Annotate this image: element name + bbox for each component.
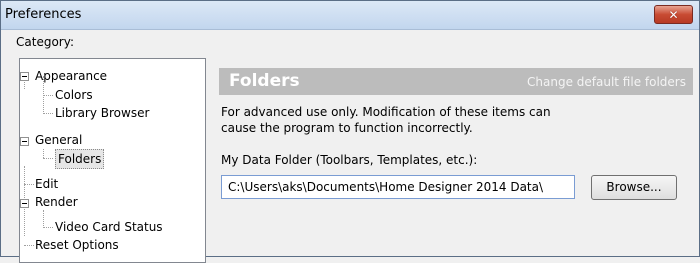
tree-item-library-browser[interactable]: Library Browser [55, 104, 149, 122]
tree-line [43, 158, 53, 159]
data-folder-input[interactable]: C:\Users\aks\Documents\Home Designer 201… [221, 175, 575, 199]
tree-line [24, 184, 34, 185]
collapse-icon[interactable] [20, 199, 29, 208]
tree-line [43, 149, 44, 158]
collapse-icon[interactable] [20, 72, 29, 81]
tree-line [43, 113, 53, 114]
panel-header: Folders Change default file folders [219, 68, 693, 95]
close-icon: ✕ [668, 7, 679, 22]
category-tree[interactable]: Appearance Colors Library Browser Genera… [19, 58, 206, 263]
tree-item-video-card-status[interactable]: Video Card Status [55, 218, 163, 236]
tree-line [43, 95, 53, 96]
tree-item-general[interactable]: General [35, 131, 82, 149]
tree-item-folders[interactable]: Folders [55, 149, 105, 169]
collapse-icon[interactable] [20, 137, 29, 146]
tree-item-edit[interactable]: Edit [35, 175, 58, 193]
tree-line [24, 245, 34, 246]
data-folder-label: My Data Folder (Toolbars, Templates, etc… [221, 153, 478, 167]
panel-subtitle: Change default file folders [527, 75, 686, 89]
tree-line [43, 227, 53, 228]
panel-title: Folders [229, 71, 300, 91]
category-label: Category: [16, 35, 74, 49]
title-bar: Preferences ✕ [1, 1, 699, 30]
tree-item-render[interactable]: Render [35, 193, 78, 211]
tree-item-reset-options[interactable]: Reset Options [35, 236, 119, 254]
tree-item-colors[interactable]: Colors [55, 86, 93, 104]
tree-item-appearance[interactable]: Appearance [35, 67, 107, 85]
window-title: Preferences [5, 7, 82, 22]
preferences-dialog: Preferences ✕ Category: Appearance Color… [0, 0, 700, 263]
warning-text: For advanced use only. Modification of t… [221, 105, 551, 135]
close-button[interactable]: ✕ [654, 5, 693, 24]
tree-line [43, 210, 44, 226]
browse-button[interactable]: Browse... [591, 175, 677, 200]
